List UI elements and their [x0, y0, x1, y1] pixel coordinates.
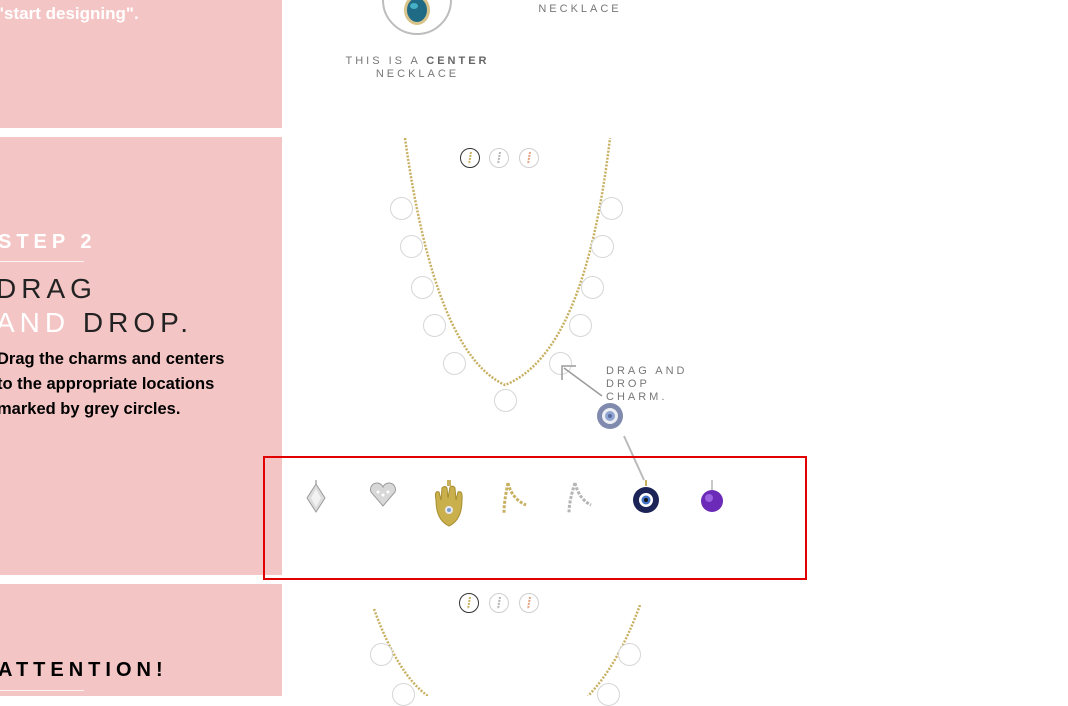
step2-divider	[0, 261, 84, 262]
charm-slot[interactable]	[494, 389, 517, 412]
amethyst-charm-icon[interactable]	[699, 480, 727, 516]
heart-charm-icon[interactable]	[368, 480, 398, 508]
charm-tray	[263, 456, 807, 580]
hint-line2: DROP CHARM.	[606, 378, 668, 403]
center-necklace-image[interactable]	[375, 0, 459, 44]
step2-title-line2: AND DROP.	[0, 306, 193, 340]
charm-slot[interactable]	[591, 235, 614, 258]
charm-slot[interactable]	[400, 235, 423, 258]
hint-line1: DRAG AND	[606, 365, 688, 377]
step1-text: "start designing".	[0, 4, 139, 23]
step2-title-line1: DRAG	[0, 273, 97, 304]
hamsa-charm-icon[interactable]	[432, 480, 466, 528]
charm-slot[interactable]	[597, 683, 620, 706]
wishbone-silver-charm-icon[interactable]	[563, 481, 597, 517]
right-necklace-caption: NECKLACE	[538, 3, 622, 15]
dragged-evil-eye-ghost-icon	[597, 403, 623, 429]
evil-eye-charm-icon[interactable]	[631, 480, 661, 516]
charm-slot[interactable]	[423, 314, 446, 337]
diamond-charm-icon[interactable]	[305, 480, 327, 514]
necklace-chain-image	[403, 138, 612, 387]
attention-divider	[0, 690, 84, 691]
step2-title-drop: DROP.	[82, 307, 193, 338]
charm-slot[interactable]	[569, 314, 592, 337]
step2-description: Drag the charms and centers to the appro…	[0, 350, 225, 418]
step2-title: DRAG AND DROP.	[0, 272, 193, 340]
drag-arrow-icon	[561, 365, 603, 397]
charm-slot[interactable]	[600, 197, 623, 220]
drag-hint-text: DRAG AND DROP CHARM.	[606, 365, 716, 404]
caption-bold: CENTER	[426, 55, 490, 67]
step1-panel: "start designing".	[0, 0, 282, 128]
charm-slot[interactable]	[411, 276, 434, 299]
charm-slot[interactable]	[443, 352, 466, 375]
attention-label: ATTENTION!	[0, 659, 168, 681]
charm-slot[interactable]	[581, 276, 604, 299]
step2-title-and: AND	[0, 307, 71, 338]
step2-label: STEP 2	[0, 231, 97, 253]
caption-line2: NECKLACE	[375, 68, 460, 80]
charm-slot[interactable]	[390, 197, 413, 220]
caption-prefix: THIS IS A	[345, 55, 427, 67]
charm-slot[interactable]	[618, 643, 641, 666]
wishbone-gold-charm-icon[interactable]	[498, 481, 532, 517]
center-necklace-caption: THIS IS A CENTER NECKLACE	[340, 55, 495, 81]
charm-slot[interactable]	[392, 683, 415, 706]
charm-slot[interactable]	[370, 643, 393, 666]
